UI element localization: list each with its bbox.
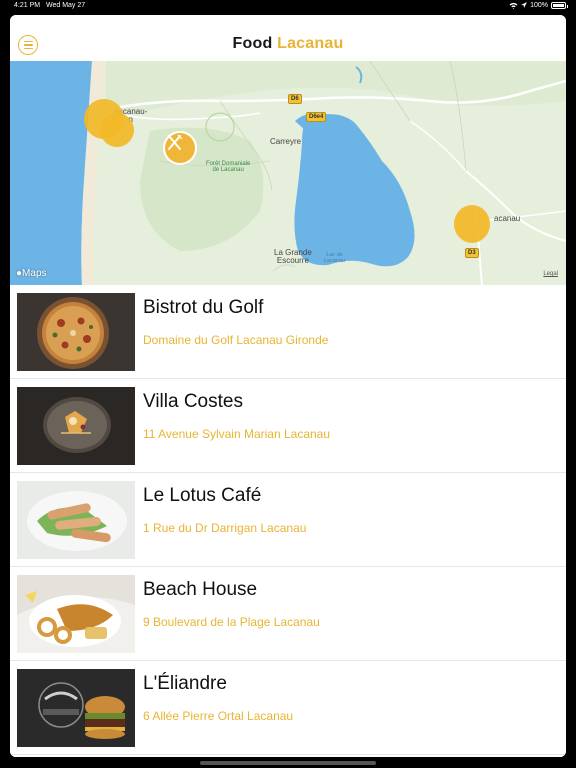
restaurant-name: Bistrot du Golf: [143, 297, 264, 318]
status-date: Wed May 27: [46, 2, 86, 9]
road-badge-d6e4: D6e4: [306, 112, 327, 122]
battery-icon: [551, 2, 568, 9]
restaurant-photo-pizza: [17, 293, 135, 371]
restaurant-list: Bistrot du Golf Domaine du Golf Lacanau …: [10, 285, 566, 757]
restaurant-photo-burger: [17, 669, 135, 747]
restaurant-address: 6 Allée Pierre Ortal Lacanau: [143, 709, 294, 723]
status-time: 4:21 PM: [14, 2, 41, 9]
map-label-grande-escourre: La Grande Escourre: [274, 248, 312, 266]
map-label-carreyre: Carreyre: [270, 137, 302, 146]
restaurant-photo-spring-rolls: [17, 481, 135, 559]
restaurant-row[interactable]: Le Lotus Café 1 Rue du Dr Darrigan Lacan…: [10, 473, 566, 567]
restaurant-row[interactable]: Beach House 9 Boulevard de la Plage Laca…: [10, 567, 566, 661]
restaurant-row[interactable]: Villa Costes 11 Avenue Sylvain Marian La…: [10, 379, 566, 473]
restaurant-name: Le Lotus Café: [143, 485, 262, 506]
restaurant-cluster-ocean-secondary[interactable]: [100, 113, 134, 147]
fork-knife-icon: [167, 134, 183, 150]
map-label-lac-de-lacanau: Lac de Lacanau: [324, 252, 346, 264]
restaurant-pin[interactable]: [163, 131, 197, 165]
restaurant-name: Beach House: [143, 579, 258, 600]
map-label-foret-domaniale: Forêt Domaniale de Lacanau: [206, 161, 251, 174]
restaurant-address: Domaine du Golf Lacanau Gironde: [143, 333, 329, 347]
app-title-lacanau: Lacanau: [277, 35, 344, 52]
legal-link[interactable]: Legal: [543, 271, 558, 277]
status-indicators: 100%: [509, 2, 568, 9]
app-title-food: Food: [232, 35, 273, 52]
map-view[interactable]: nacanau-n Carreyre Forêt Domanialede Lac…: [10, 61, 566, 285]
map-label-lacanau-town: acanau: [494, 214, 521, 223]
battery-percent: 100%: [530, 2, 548, 9]
restaurant-address: 9 Boulevard de la Plage Lacanau: [143, 615, 320, 629]
restaurant-name: L'Éliandre: [143, 673, 227, 694]
app-title: Food Lacanau: [10, 35, 566, 53]
location-icon: [521, 2, 528, 8]
road-badge-d3: D3: [465, 248, 479, 258]
restaurant-address: 1 Rue du Dr Darrigan Lacanau: [143, 521, 307, 535]
wifi-icon: [509, 2, 518, 9]
apple-maps-logo: ●Maps: [16, 268, 47, 279]
app-window: Food Lacanau nacanau- Carreyre Forêt Dom…: [10, 15, 566, 757]
road-badge-d6: D6: [288, 94, 302, 104]
restaurant-photo-fish-and-chips: [17, 575, 135, 653]
home-indicator[interactable]: [200, 761, 376, 765]
status-bar: 4:21 PM Wed May 27 100%: [0, 0, 576, 13]
restaurant-row[interactable]: Bistrot du Golf Domaine du Golf Lacanau …: [10, 285, 566, 379]
restaurant-cluster-town[interactable]: [454, 205, 490, 243]
header: Food Lacanau: [10, 15, 566, 61]
restaurant-row[interactable]: L'Éliandre 6 Allée Pierre Ortal Lacanau: [10, 661, 566, 755]
restaurant-photo-dessert: [17, 387, 135, 465]
restaurant-address: 11 Avenue Sylvain Marian Lacanau: [143, 427, 331, 441]
restaurant-name: Villa Costes: [143, 391, 243, 412]
